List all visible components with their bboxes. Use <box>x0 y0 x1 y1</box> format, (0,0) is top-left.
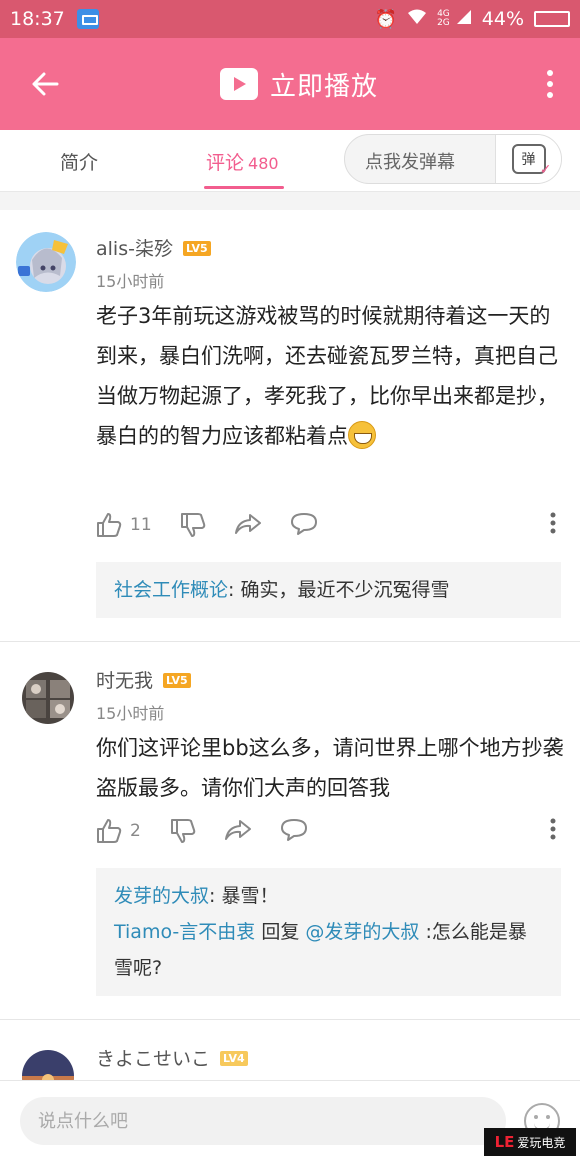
wifi-icon <box>407 9 427 30</box>
avatar[interactable] <box>16 232 76 292</box>
comment-text: 老子3年前玩这游戏被骂的时候就期待着这一天的到来，暴白们洗啊，还去碰瓷瓦罗兰特，… <box>96 304 558 449</box>
dislike-button[interactable] <box>170 818 196 844</box>
comment-more-button[interactable] <box>550 818 556 840</box>
danmaku-send-button[interactable]: 弹 <box>495 135 561 183</box>
grin-emoji-icon <box>348 421 376 449</box>
reply-mention[interactable]: @发芽的大叔 <box>305 921 419 943</box>
dislike-button[interactable] <box>180 512 206 538</box>
comment-item: きよこせいこ LV4 <box>0 1020 580 1080</box>
tab-comments-label: 评论 <box>206 152 245 174</box>
signal-icon <box>456 9 472 30</box>
comment-username[interactable]: きよこせいこ LV4 <box>96 1044 248 1071</box>
share-icon <box>225 820 251 840</box>
danmaku-icon: 弹 <box>511 144 552 178</box>
comment-time: 15小时前 <box>96 704 165 723</box>
comment-item: 时无我 LV5 15小时前 你们这评论里bb这么多，请问世界上哪个地方抄袭盗版最多… <box>0 642 580 1018</box>
more-menu-button[interactable] <box>520 38 580 130</box>
status-icons: ⏰ 4G 2G 44% <box>375 8 570 30</box>
active-tab-indicator <box>204 186 284 189</box>
vertical-dots-icon <box>550 512 556 534</box>
reply-preview[interactable]: 社会工作概论: 确实，最近不少沉冤得雪 <box>96 562 561 618</box>
battery-percent: 44% <box>481 8 524 30</box>
level-badge: LV5 <box>182 241 211 256</box>
tv-play-icon <box>219 68 258 100</box>
like-button[interactable]: 2 <box>96 818 141 844</box>
section-spacer <box>0 192 580 210</box>
comment-bubble-icon <box>281 819 307 841</box>
share-icon <box>235 514 261 534</box>
avatar[interactable] <box>22 672 74 724</box>
reply-line: 发芽的大叔: 暴雪！ <box>114 885 279 907</box>
thumbs-down-icon <box>171 819 196 843</box>
app-bar: 立即播放 <box>0 38 580 130</box>
watermark-text: 爱玩电竞 <box>517 1135 566 1150</box>
watermark-logo: LE <box>494 1133 515 1151</box>
alarm-icon: ⏰ <box>374 8 398 30</box>
watermark: LE 爱玩电竞 <box>484 1128 576 1156</box>
message-notification-icon <box>76 9 99 29</box>
comment-input[interactable] <box>20 1097 506 1145</box>
back-button[interactable] <box>0 38 90 130</box>
like-count: 2 <box>130 821 141 841</box>
play-now-button[interactable]: 立即播放 <box>90 66 508 103</box>
reply-author[interactable]: 发芽的大叔 <box>114 885 209 907</box>
reply-author[interactable]: Tiamo-言不由衷 <box>114 921 255 943</box>
comment-more-button[interactable] <box>550 512 556 534</box>
comment-actions: 2 <box>96 818 566 848</box>
danmaku-placeholder: 点我发弹幕 <box>365 152 455 173</box>
share-button[interactable] <box>234 512 262 536</box>
vertical-dots-icon <box>550 818 556 840</box>
battery-icon <box>534 11 570 27</box>
network-type: 4G 2G <box>437 9 450 28</box>
status-time: 18:37 <box>10 8 65 30</box>
back-arrow-icon <box>32 72 59 96</box>
comment-username[interactable]: alis-柒殄 LV5 <box>96 234 211 261</box>
reply-button[interactable] <box>290 512 318 536</box>
reply-button[interactable] <box>280 818 308 842</box>
comment-time: 15小时前 <box>96 272 165 291</box>
level-badge: LV4 <box>220 1051 248 1066</box>
thumbs-up-icon <box>97 513 122 537</box>
comment-bubble-icon <box>291 513 317 535</box>
page-title: 立即播放 <box>269 71 378 102</box>
thumbs-up-icon <box>97 819 122 843</box>
comment-actions: 11 <box>96 512 566 542</box>
share-button[interactable] <box>224 818 252 842</box>
danmaku-input[interactable]: 点我发弹幕 弹 <box>344 134 562 184</box>
reply-line: 社会工作概论: 确实，最近不少沉冤得雪 <box>114 579 450 601</box>
tab-intro[interactable]: 简介 <box>60 148 98 175</box>
comment-count: 480 <box>248 154 279 173</box>
status-bar: 18:37 ⏰ 4G 2G 44% <box>0 0 580 38</box>
reply-preview[interactable]: 发芽的大叔: 暴雪！ Tiamo-言不由衷 回复 @发芽的大叔 :怎么能是暴雪呢… <box>96 868 561 996</box>
comment-username[interactable]: 时无我 LV5 <box>96 666 191 693</box>
tab-comments[interactable]: 评论 480 <box>206 148 279 175</box>
level-badge: LV5 <box>163 673 191 688</box>
reply-line: Tiamo-言不由衷 回复 @发芽的大叔 :怎么能是暴雪呢? <box>114 921 527 979</box>
like-button[interactable]: 11 <box>96 512 152 538</box>
comment-item: alis-柒殄 LV5 15小时前 老子3年前玩这游戏被骂的时候就期待着这一天的到… <box>0 210 580 640</box>
like-count: 11 <box>130 515 152 535</box>
reply-author[interactable]: 社会工作概论 <box>114 579 228 601</box>
thumbs-down-icon <box>181 513 206 537</box>
avatar[interactable] <box>22 1050 74 1080</box>
comment-text: 你们这评论里bb这么多，请问世界上哪个地方抄袭盗版最多。请你们大声的回答我 <box>96 736 564 800</box>
